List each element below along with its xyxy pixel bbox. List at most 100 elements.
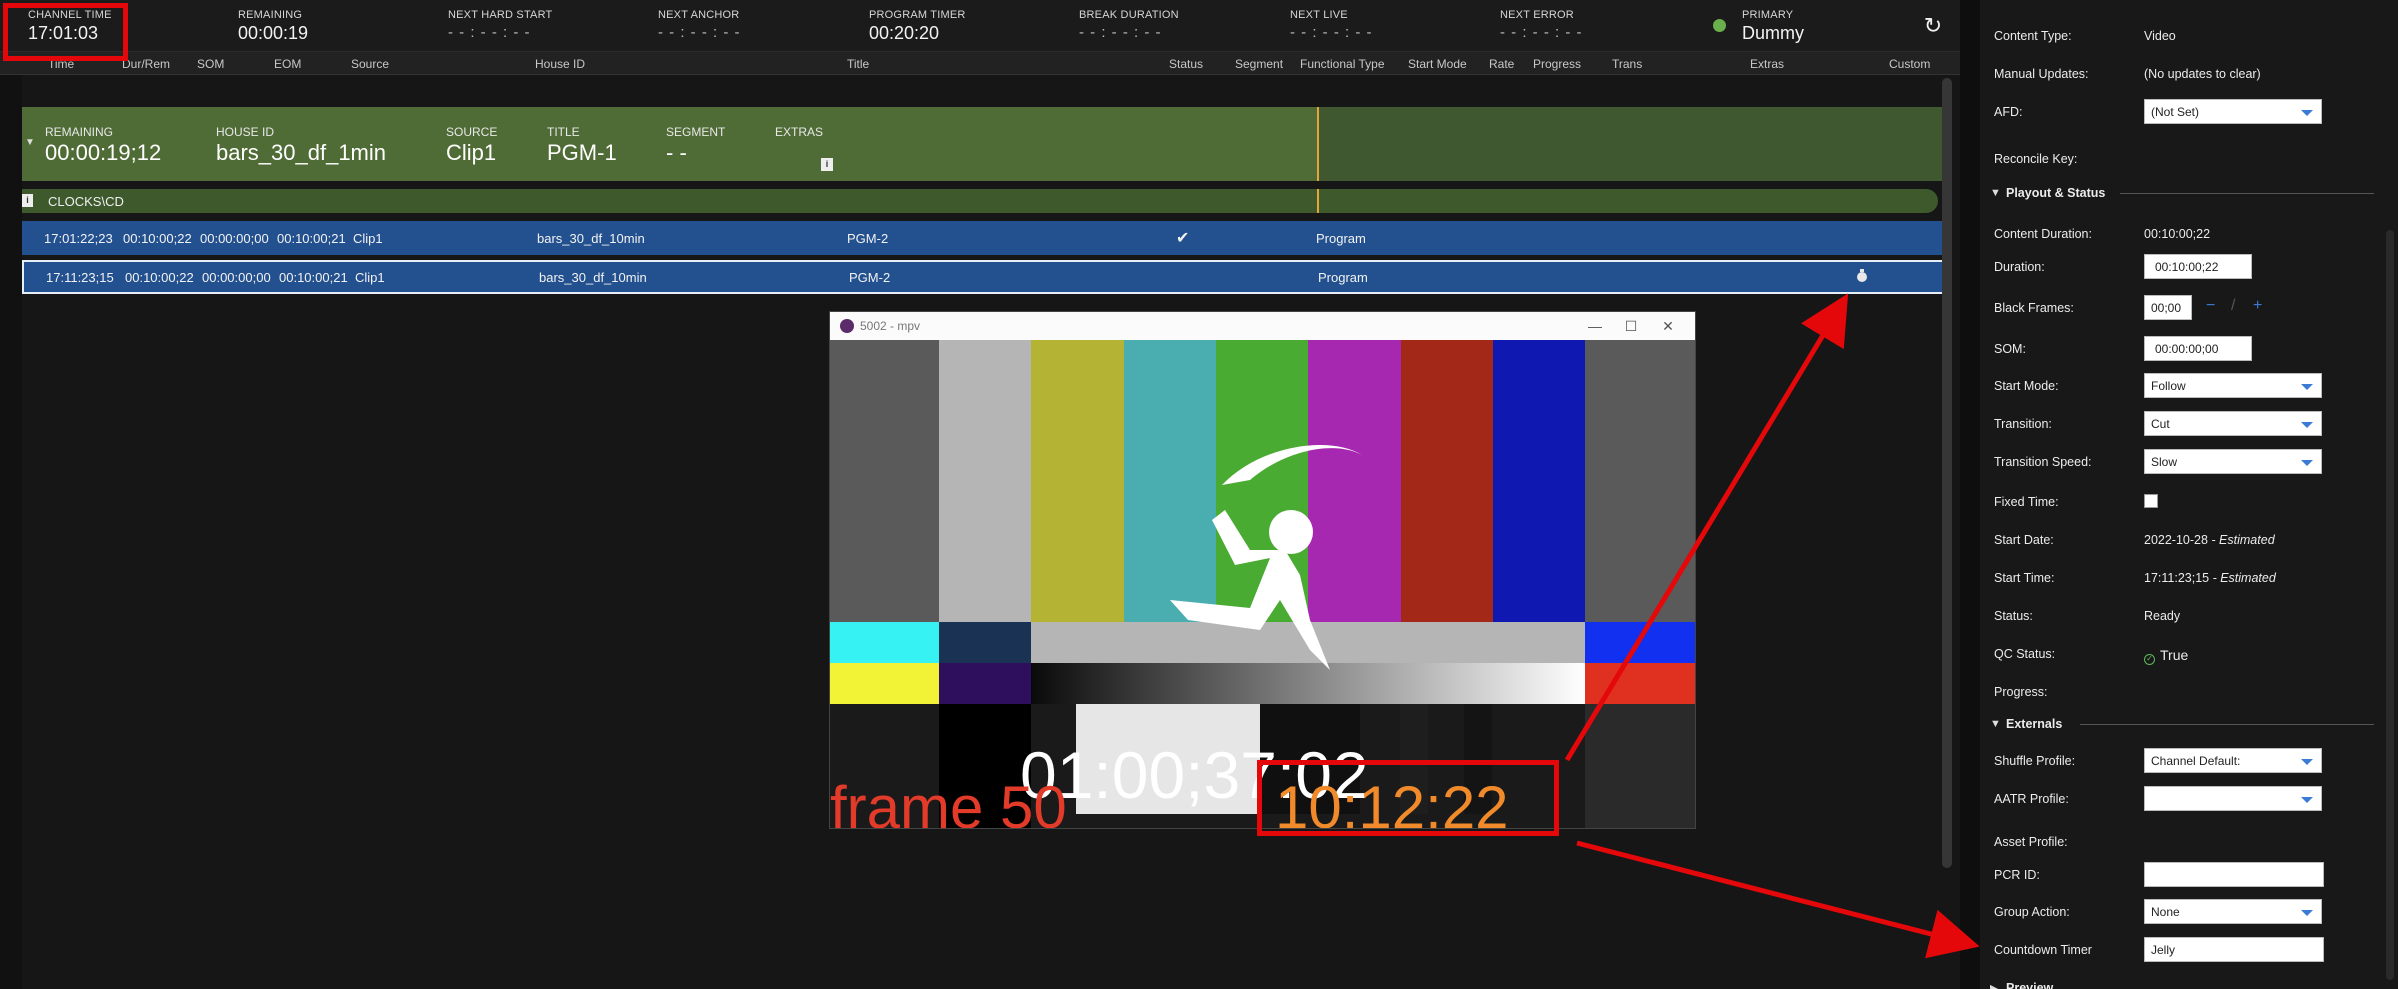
start-time-value: 17:11:23;15 - Estimated <box>2144 571 2276 585</box>
row-house-id: bars_30_df_10min <box>537 231 645 246</box>
primary: PRIMARY Dummy <box>1742 9 1804 45</box>
collapse-caret-icon[interactable]: ▼ <box>25 137 35 148</box>
pcr-id-input[interactable] <box>2144 862 2324 887</box>
playlist-scrollbar-thumb[interactable] <box>1942 78 1952 868</box>
col-custom[interactable]: Custom <box>1889 57 1930 71</box>
content-duration-value: 00:10:00;22 <box>2144 227 2211 241</box>
refresh-icon[interactable]: ↻ <box>1921 14 1945 38</box>
table-row-selected[interactable]: 17:11:23;15 00:10:00;22 00:00:00;00 00:1… <box>22 260 1944 294</box>
group-action-label: Group Action: <box>1994 905 2070 919</box>
mpv-window-title: 5002 - mpv <box>860 319 921 333</box>
duration-input[interactable]: 00:10:00;22 <box>2144 254 2252 279</box>
manual-updates-value[interactable]: (No updates to clear) <box>2144 67 2261 81</box>
shuffle-profile-select[interactable]: Channel Default: <box>2144 748 2322 773</box>
clocks-row[interactable]: i CLOCKS\CD <box>22 189 1938 213</box>
block-title-label: TITLE <box>547 125 580 139</box>
break-duration-label: BREAK DURATION <box>1079 9 1179 21</box>
block-remaining-value: 00:00:19;12 <box>45 140 162 165</box>
fixed-time-checkbox[interactable] <box>2144 494 2158 508</box>
group-action-select[interactable]: None <box>2144 899 2322 924</box>
block-progress-area <box>1318 107 1944 181</box>
increment-button[interactable]: + <box>2253 297 2262 315</box>
asset-profile-label: Asset Profile: <box>1994 835 2068 849</box>
start-time-label: Start Time: <box>1994 571 2055 585</box>
externals-section-title: Externals <box>2006 717 2063 731</box>
transition-speed-select[interactable]: Slow <box>2144 449 2322 474</box>
next-hard-start-label: NEXT HARD START <box>448 9 553 21</box>
panel-divider[interactable] <box>1960 0 1980 989</box>
start-mode-select[interactable]: Follow <box>2144 373 2322 398</box>
primary-status-icon <box>1713 19 1726 32</box>
col-status[interactable]: Status <box>1169 57 1203 71</box>
prop-aatr-profile: AATR Profile: <box>1994 786 2384 811</box>
section-playout-status[interactable]: ▼ Playout & Status <box>1990 183 2374 203</box>
col-som[interactable]: SOM <box>197 57 224 71</box>
decrement-button[interactable]: − <box>2206 297 2215 315</box>
next-error-label: NEXT ERROR <box>1500 9 1574 21</box>
transition-select[interactable]: Cut <box>2144 411 2322 436</box>
col-functional-type[interactable]: Functional Type <box>1300 57 1385 71</box>
prop-afd: AFD: (Not Set) <box>1994 99 2384 124</box>
prop-transition: Transition: Cut <box>1994 411 2384 436</box>
annotation-box-countdown <box>1257 760 1559 836</box>
primary-label: PRIMARY <box>1742 9 1794 21</box>
col-source[interactable]: Source <box>351 57 389 71</box>
col-house-id[interactable]: House ID <box>535 57 585 71</box>
extras-timer-icon[interactable] <box>1855 268 1869 287</box>
progress-label: Progress: <box>1994 685 2048 699</box>
row-title: PGM-2 <box>849 270 891 285</box>
left-rail <box>0 75 22 989</box>
section-preview[interactable]: ▶ Preview <box>1990 978 2374 989</box>
row-som: 00:00:00;00 <box>200 231 269 246</box>
maximize-button[interactable]: ☐ <box>1616 315 1646 337</box>
pcr-id-label: PCR ID: <box>1994 868 2040 882</box>
afd-select[interactable]: (Not Set) <box>2144 99 2322 124</box>
properties-scrollbar[interactable] <box>2386 230 2394 980</box>
next-anchor: NEXT ANCHOR - - : - - : - - <box>658 9 740 45</box>
start-date-note: - Estimated <box>2207 533 2275 547</box>
chevron-down-icon <box>2301 910 2313 916</box>
start-time-note: - Estimated <box>2209 571 2276 585</box>
start-date-value: 2022-10-28 - Estimated <box>2144 533 2275 547</box>
col-eom[interactable]: EOM <box>274 57 301 71</box>
afd-label: AFD: <box>1994 105 2023 119</box>
black-frames-input[interactable]: 00;00 <box>2144 295 2192 320</box>
transition-speed-select-value: Slow <box>2151 455 2178 469</box>
col-trans[interactable]: Trans <box>1612 57 1642 71</box>
countdown-timer-input[interactable]: Jelly <box>2144 937 2324 962</box>
expand-triangle-icon: ▼ <box>1990 187 2001 199</box>
col-title[interactable]: Title <box>847 57 869 71</box>
minimize-button[interactable]: — <box>1580 315 1610 337</box>
prop-shuffle-profile: Shuffle Profile: Channel Default: <box>1994 748 2384 773</box>
transition-speed-label: Transition Speed: <box>1994 455 2092 469</box>
prop-transition-speed: Transition Speed: Slow <box>1994 449 2384 474</box>
info-icon[interactable]: i <box>821 158 833 171</box>
col-progress[interactable]: Progress <box>1533 57 1581 71</box>
content-type-label: Content Type: <box>1994 29 2072 43</box>
prop-start-date: Start Date: 2022-10-28 - Estimated <box>1994 528 2384 552</box>
preview-section-title: Preview <box>2006 981 2054 989</box>
mpv-window[interactable]: 5002 - mpv — ☐ ✕ 01:00;37:02 frame 50 10… <box>829 311 1696 829</box>
row-eom: 00:10:00;21 <box>277 231 346 246</box>
row-dur: 00:10:00;22 <box>125 270 194 285</box>
section-externals[interactable]: ▼ Externals <box>1990 714 2374 734</box>
table-row[interactable]: 17:01:22;23 00:10:00;22 00:00:00;00 00:1… <box>22 221 1944 255</box>
prop-content-duration: Content Duration: 00:10:00;22 <box>1994 222 2384 246</box>
aatr-profile-select[interactable] <box>2144 786 2322 811</box>
col-dur-rem[interactable]: Dur/Rem <box>122 57 170 71</box>
col-rate[interactable]: Rate <box>1489 57 1514 71</box>
prop-qc-status: QC Status: ✓ True <box>1994 642 2384 666</box>
black-frames-label: Black Frames: <box>1994 301 2074 315</box>
som-input[interactable]: 00:00:00;00 <box>2144 336 2252 361</box>
col-extras[interactable]: Extras <box>1750 57 1784 71</box>
info-icon[interactable]: i <box>22 194 33 207</box>
chevron-down-icon <box>2301 384 2313 390</box>
som-label: SOM: <box>1994 342 2026 356</box>
close-button[interactable]: ✕ <box>1653 315 1683 337</box>
block-house-id-value: bars_30_df_1min <box>216 140 387 165</box>
col-start-mode[interactable]: Start Mode <box>1408 57 1467 71</box>
status-label: Status: <box>1994 609 2033 623</box>
row-source: Clip1 <box>355 270 385 285</box>
col-segment[interactable]: Segment <box>1235 57 1283 71</box>
mpv-titlebar[interactable]: 5002 - mpv — ☐ ✕ <box>830 312 1695 340</box>
